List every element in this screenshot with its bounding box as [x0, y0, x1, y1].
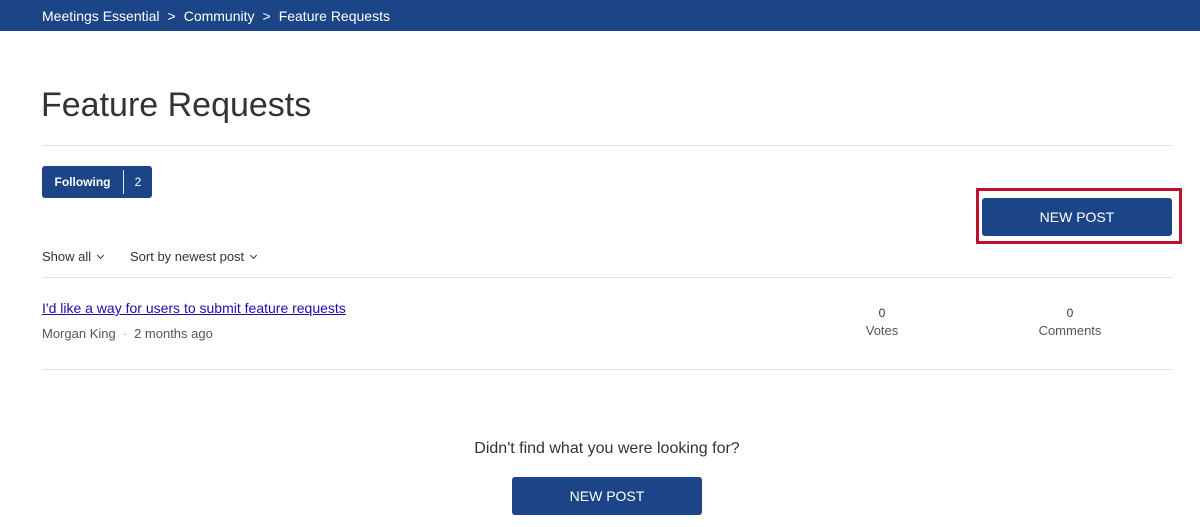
new-post-button-bottom[interactable]: NEW POST [512, 477, 702, 515]
breadcrumb-separator: > [167, 7, 176, 24]
following-label: Following [54, 175, 111, 189]
list-bottom-divider [42, 369, 1172, 370]
header-divider [42, 145, 1172, 146]
following-count: 2 [134, 175, 142, 189]
sort-filter[interactable]: Sort by newest post [130, 249, 258, 264]
show-all-filter[interactable]: Show all [42, 249, 105, 264]
votes-count: 0 [878, 306, 886, 320]
not-found-prompt: Didn't find what you were looking for? [474, 440, 740, 457]
sort-label: Sort by newest post [130, 249, 245, 264]
breadcrumb-link-community[interactable]: Community [184, 8, 255, 24]
page-title: Feature Requests [41, 86, 312, 124]
breadcrumb: Meetings Essential > Community > Feature… [0, 0, 1200, 31]
post-comments: 0 Comments [1010, 306, 1130, 341]
post-title-link[interactable]: I'd like a way for users to submit featu… [42, 300, 346, 316]
comments-count: 0 [1066, 306, 1074, 320]
breadcrumb-link-meetings-essential[interactable]: Meetings Essential [42, 8, 160, 24]
new-post-button[interactable]: NEW POST [982, 198, 1172, 236]
following-button[interactable]: Following 2 [42, 166, 152, 198]
comments-label: Comments [1038, 323, 1102, 338]
breadcrumb-separator: > [262, 7, 271, 24]
post-author: Morgan King [42, 326, 116, 341]
list-top-divider [42, 277, 1172, 278]
post-time: 2 months ago [134, 326, 213, 341]
votes-label: Votes [865, 323, 899, 338]
chevron-down-icon [250, 251, 258, 259]
chevron-down-icon [97, 251, 105, 259]
show-all-label: Show all [42, 249, 92, 264]
post-votes: 0 Votes [822, 306, 942, 341]
meta-separator: · [122, 326, 128, 341]
breadcrumb-current-page[interactable]: Feature Requests [279, 8, 390, 24]
post-meta: Morgan King · 2 months ago [42, 326, 213, 341]
